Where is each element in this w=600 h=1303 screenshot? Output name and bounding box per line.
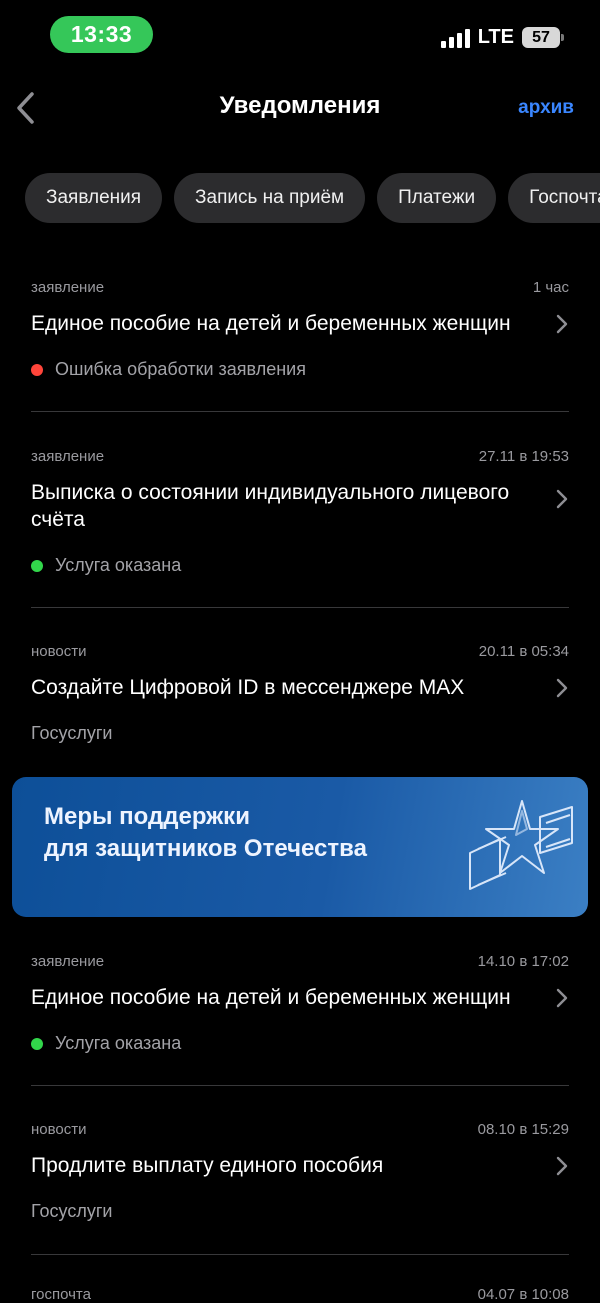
header: Уведомления архив [0,80,600,136]
banner-text: Меры поддержки для защитников Отечества [44,801,367,865]
notification-title-row: Создайте Цифровой ID в мессенджере MAX [31,674,569,701]
network-type: LTE [477,26,514,48]
notification-time: 20.11 в 05:34 [478,643,569,660]
divider [31,1085,569,1086]
notification-time: 08.10 в 15:29 [477,1121,569,1138]
notification-category: заявление [31,279,105,296]
notification-title-row: Выписка о состоянии индивидуального лице… [31,479,569,533]
banner-line-1: Меры поддержки [44,803,250,830]
status-dot-icon [31,559,43,572]
notification-time: 04.07 в 10:08 [477,1286,569,1303]
battery-level: 57 [532,28,550,46]
status-dot-icon [31,1037,43,1050]
notification-meta: заявление 14.10 в 17:02 [31,953,569,970]
divider [31,411,569,412]
notification-status: Услуга оказана [31,1033,569,1054]
notification-meta: новости 08.10 в 15:29 [31,1121,569,1138]
status-indicators: LTE 57 [440,26,564,49]
notification-title: Выписка о состоянии индивидуального лице… [31,481,510,531]
chevron-right-icon [556,314,568,333]
notification-title-row: Единое пособие на детей и беременных жен… [31,310,569,337]
notification-category: новости [31,1121,87,1138]
notification-item[interactable]: новости 20.11 в 05:34 Создайте Цифровой … [31,643,569,744]
notification-item[interactable]: заявление 27.11 в 19:53 Выписка о состоя… [31,448,569,576]
battery-icon: 57 [522,27,564,48]
chevron-right-icon [556,489,568,509]
notification-title: Единое пособие на детей и беременных жен… [31,312,511,335]
chevron-right-icon [556,1156,568,1175]
page-title: Уведомления [219,92,381,119]
filter-chips: Заявления Запись на приём Платежи Госпоч… [25,173,600,223]
notification-source: Госуслуги [31,1201,113,1221]
notification-title: Единое пособие на детей и беременных жен… [31,986,511,1009]
notification-title-row: Единое пособие на детей и беременных жен… [31,984,569,1011]
banner-line-2: для защитников Отечества [44,835,367,862]
notification-meta: заявление 1 час [31,279,569,296]
divider [31,1254,569,1255]
notification-category: заявление [31,953,105,970]
notification-meta: заявление 27.11 в 19:53 [31,448,569,465]
status-text: Услуга оказана [55,1033,182,1053]
notification-status: Услуга оказана [31,555,569,576]
divider [31,607,569,608]
notification-status: Ошибка обработки заявления [31,359,569,380]
notification-time: 14.10 в 17:02 [477,953,569,970]
chevron-right-icon [556,988,568,1007]
status-dot-icon [31,363,43,376]
notification-meta: новости 20.11 в 05:34 [31,643,569,660]
status-text: Услуга оказана [55,555,182,575]
signal-icon [440,28,470,48]
status-bar: 13:33 LTE 57 [0,0,600,70]
chip-appointments[interactable]: Запись на приём [174,173,366,223]
notification-category: новости [31,643,87,660]
chip-gospochta[interactable]: Госпочта [508,173,600,223]
notification-source: Госуслуги [31,723,113,743]
archive-link[interactable]: архив [518,97,574,119]
notification-title: Продлите выплату единого пособия [31,1154,384,1177]
notification-time: 27.11 в 19:53 [478,448,569,465]
status-time[interactable]: 13:33 [50,16,153,53]
notification-meta: госпочта 04.07 в 10:08 [31,1286,569,1303]
chip-payments[interactable]: Платежи [377,173,497,223]
notification-item[interactable]: новости 08.10 в 15:29 Продлите выплату е… [31,1121,569,1222]
support-banner[interactable]: Меры поддержки для защитников Отечества [12,777,588,917]
notification-title: Создайте Цифровой ID в мессенджере MAX [31,676,465,699]
notification-time: 1 час [532,279,569,296]
notification-item[interactable]: заявление 1 час Единое пособие на детей … [31,279,569,380]
status-text: Ошибка обработки заявления [55,359,306,379]
chevron-right-icon [556,678,568,697]
notification-item[interactable]: госпочта 04.07 в 10:08 [31,1286,569,1303]
notification-category: заявление [31,448,105,465]
star-flag-icon [469,800,573,890]
notification-item[interactable]: заявление 14.10 в 17:02 Единое пособие н… [31,953,569,1054]
notification-title-row: Продлите выплату единого пособия [31,1152,569,1179]
chip-applications[interactable]: Заявления [25,173,163,223]
notification-category: госпочта [31,1286,91,1303]
